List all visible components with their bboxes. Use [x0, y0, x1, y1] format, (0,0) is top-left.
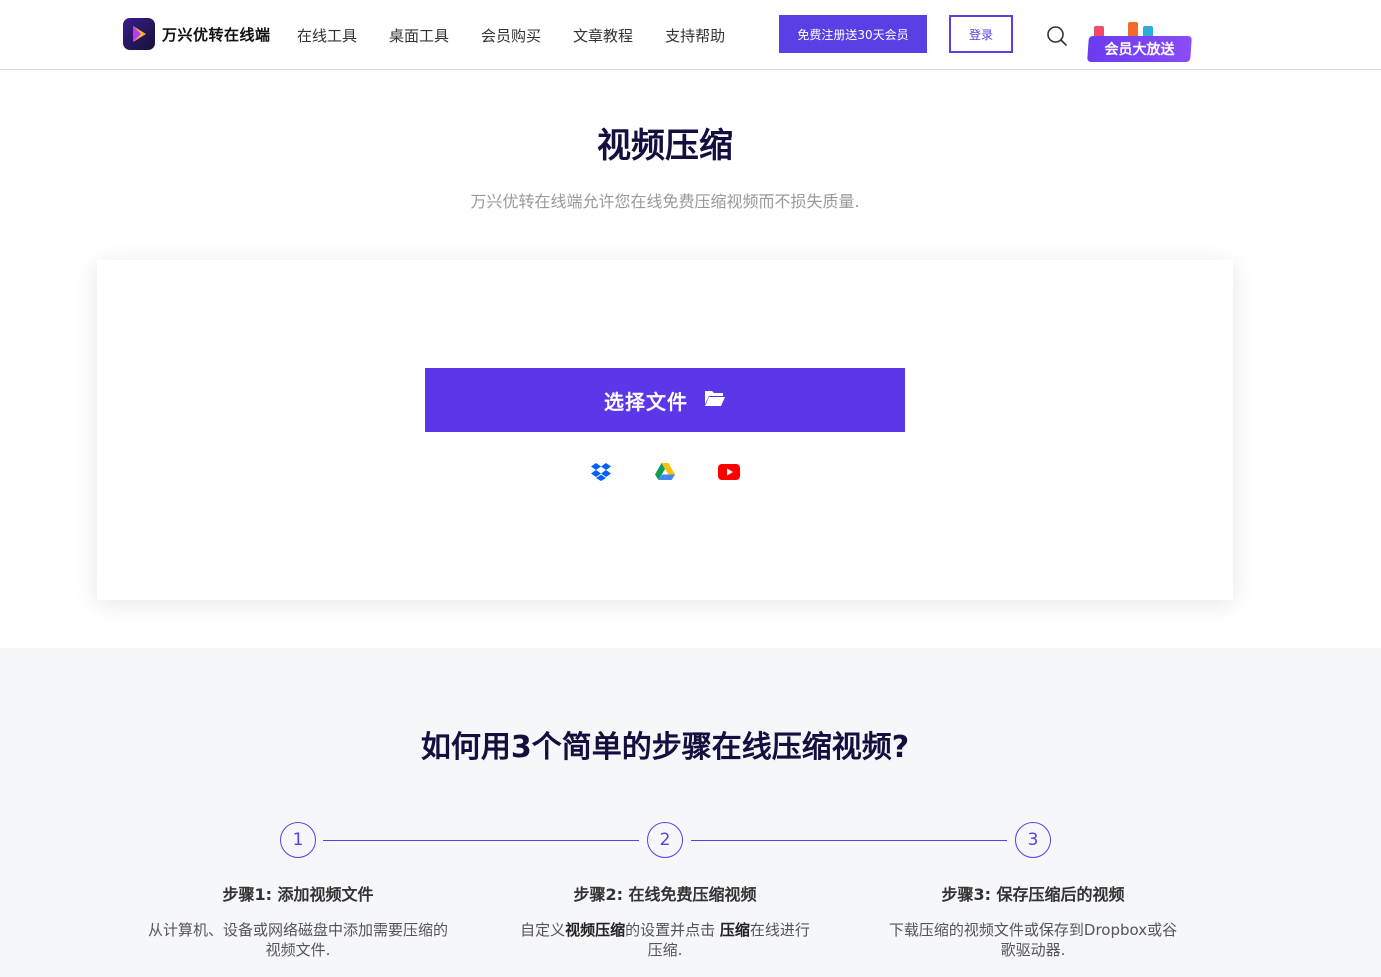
nav-support[interactable]: 支持帮助: [665, 25, 725, 46]
steps-section: 如何用3个简单的步骤在线压缩视频? 1 2 3 步骤1: 添加视频文件 步骤2:…: [0, 648, 1381, 977]
cloud-sources: [589, 460, 781, 484]
step-connector: [691, 840, 1007, 841]
google-drive-icon[interactable]: [653, 460, 677, 484]
step-text-bold: 视频压缩: [565, 921, 626, 939]
page-subtitle: 万兴优转在线端允许您在线免费压缩视频而不损失质量.: [470, 192, 860, 211]
search-icon[interactable]: [1045, 24, 1069, 48]
step-number: 2: [647, 822, 683, 858]
step-description: 从计算机、设备或网络磁盘中添加需要压缩的视频文件.: [148, 920, 448, 960]
step-number: 1: [280, 822, 316, 858]
nav-membership[interactable]: 会员购买: [481, 25, 541, 46]
step-heading: 步骤2: 在线免费压缩视频: [573, 885, 757, 904]
folder-open-icon: [704, 389, 726, 411]
dropbox-icon[interactable]: [589, 460, 613, 484]
step-text: 的设置并点击: [625, 921, 720, 939]
choose-file-label: 选择文件: [604, 389, 688, 414]
promo-label: 会员大放送: [1104, 42, 1175, 58]
steps-title: 如何用3个简单的步骤在线压缩视频?: [420, 730, 910, 765]
nav-desktop-tools[interactable]: 桌面工具: [389, 25, 449, 46]
step-text-bold: 压缩: [719, 921, 750, 939]
logo-icon: [123, 18, 155, 50]
step-connector: [323, 840, 639, 841]
nav-articles[interactable]: 文章教程: [573, 25, 633, 46]
site-logo[interactable]: 万兴优转在线端: [123, 18, 271, 50]
youtube-icon[interactable]: [717, 460, 741, 484]
step-number: 3: [1015, 822, 1051, 858]
login-button[interactable]: 登录: [949, 15, 1013, 53]
page-title: 视频压缩: [597, 126, 733, 166]
logo-text: 万兴优转在线端: [162, 25, 271, 44]
promo-banner[interactable]: 会员大放送: [1087, 22, 1192, 64]
step-heading: 步骤3: 保存压缩后的视频: [941, 885, 1125, 904]
step-text: 下载压缩的视频文件或保存到Dropbox或谷歌驱动器.: [888, 921, 1178, 959]
step-heading: 步骤1: 添加视频文件: [222, 885, 374, 904]
register-button[interactable]: 免费注册送30天会员: [779, 15, 927, 53]
site-header: 万兴优转在线端 在线工具 桌面工具 会员购买 文章教程 支持帮助 免费注册送30…: [0, 0, 1381, 70]
step-text: 从计算机、设备或网络磁盘中添加需要压缩的视频文件.: [148, 921, 449, 959]
choose-file-button[interactable]: 选择文件: [425, 368, 905, 432]
upload-card: 选择文件: [97, 260, 1233, 600]
step-text: 自定义: [520, 921, 566, 939]
main-nav: 在线工具 桌面工具 会员购买 文章教程 支持帮助: [297, 25, 757, 46]
step-description: 下载压缩的视频文件或保存到Dropbox或谷歌驱动器.: [883, 920, 1183, 960]
step-description: 自定义视频压缩的设置并点击 压缩在线进行压缩.: [515, 920, 815, 960]
nav-online-tools[interactable]: 在线工具: [297, 25, 357, 46]
